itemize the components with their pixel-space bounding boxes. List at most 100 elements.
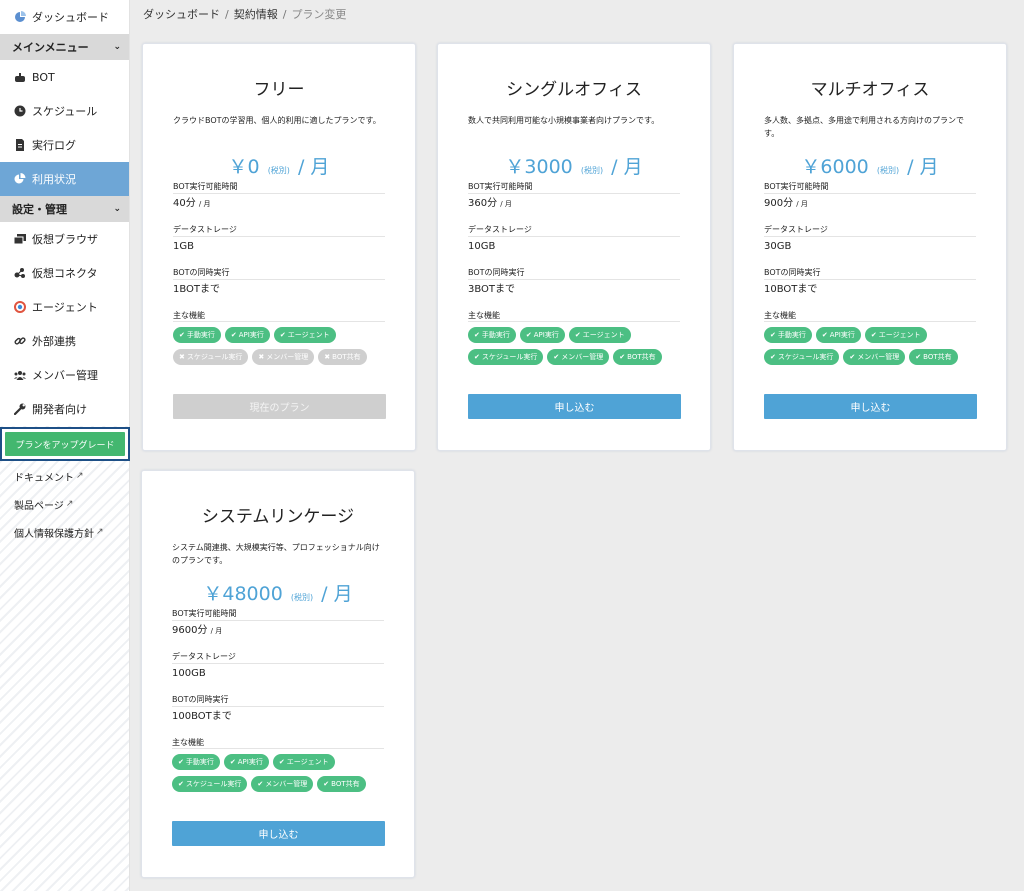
sidebar-item-virtual-browser[interactable]: 仮想ブラウザ	[0, 222, 129, 256]
feature-tag-label: 手動実行	[185, 758, 214, 766]
documentation-link[interactable]: ドキュメント ↗	[0, 462, 130, 490]
plan-card: マルチオフィス 多人数、多拠点、多用途で利用される方向けのプランです。 ￥600…	[733, 43, 1007, 451]
check-icon: ✔	[257, 780, 264, 788]
plan-apply-button[interactable]: 申し込む	[468, 394, 681, 419]
feature-tag: ✔ メンバー管理	[251, 776, 314, 792]
sidebar-item-label: エージェント	[32, 301, 98, 314]
sidebar-item-virtual-connector[interactable]: 仮想コネクタ	[0, 256, 129, 290]
check-icon: ✔	[770, 331, 776, 339]
feature-tags: ✔ 手動実行 ✔ API実行 ✔ エージェント ✖ スケジュール実行 ✖ メンバー管理 ✖ BOT共有	[173, 327, 385, 367]
sidebar-item-usage[interactable]: 利用状況	[0, 162, 129, 196]
spec-value: 100GB	[172, 668, 206, 679]
price-per-month: / 月	[297, 156, 330, 178]
feature-tag-label: スケジュール実行	[777, 353, 834, 361]
plan-description: クラウドBOTの学習用、個人的利用に適したプランです。	[173, 116, 381, 125]
sidebar-item-members[interactable]: メンバー管理	[0, 358, 129, 392]
connector-icon	[14, 268, 25, 278]
price-per-month: / 月	[907, 156, 939, 178]
pie-chart-icon	[14, 173, 26, 184]
breadcrumb-separator: /	[282, 8, 287, 21]
feature-tag-label: BOT共有	[923, 353, 952, 361]
breadcrumb: ダッシュボード / 契約情報 / プラン変更	[143, 6, 346, 22]
feature-tag: ✔ エージェント	[568, 327, 631, 343]
sidebar-item-dashboard[interactable]: ダッシュボード	[0, 0, 129, 34]
spec-value: 3BOTまで	[468, 284, 516, 295]
feature-tag: ✔ エージェント	[273, 327, 336, 343]
plan-apply-button[interactable]: 申し込む	[172, 821, 385, 846]
spec-storage: データストレージ 30GB	[764, 223, 976, 266]
plan-price: ￥0 (税別) / 月	[173, 152, 385, 180]
sidebar-item-agent[interactable]: エージェント	[0, 290, 129, 324]
link-label: 個人情報保護方針	[14, 528, 94, 540]
feature-tag: ✔ スケジュール実行	[468, 349, 544, 365]
spec-label: データストレージ	[468, 223, 680, 237]
feature-tag-label: 手動実行	[777, 331, 806, 339]
plan-card: シングルオフィス 数人で共同利用可能な小規模事業者向けプランです。 ￥3000 …	[437, 43, 711, 451]
features-label: 主な機能	[173, 309, 385, 322]
spec-concurrent: BOTの同時実行 100BOTまで	[172, 693, 384, 736]
feature-tag: ✔ API実行	[223, 754, 269, 770]
check-icon: ✔	[770, 353, 776, 361]
sidebar-item-label: 開発者向け	[32, 403, 87, 416]
feature-tag-label: メンバー管理	[265, 780, 308, 788]
sidebar-item-label: 利用状況	[32, 173, 76, 186]
feature-tags: ✔ 手動実行 ✔ API実行 ✔ エージェント ✔ スケジュール実行 ✔ メンバー管理 ✔ BOT共有	[468, 327, 680, 367]
feature-tag: ✔ スケジュール実行	[764, 349, 840, 365]
spec-concurrent: BOTの同時実行 1BOTまで	[173, 266, 385, 309]
check-icon: ✔	[849, 353, 856, 361]
cross-icon: ✖	[258, 353, 265, 361]
feature-tags: ✔ 手動実行 ✔ API実行 ✔ エージェント ✔ スケジュール実行 ✔ メンバー管理 ✔ BOT共有	[764, 327, 976, 367]
feature-tag: ✔ スケジュール実行	[172, 776, 248, 792]
privacy-policy-link[interactable]: 個人情報保護方針 ↗	[0, 518, 130, 546]
sidebar-section-label: 設定・管理	[12, 203, 67, 216]
spec-value: 30GB	[764, 241, 792, 252]
feature-tag-label: エージェント	[878, 331, 921, 339]
check-icon: ✔	[525, 331, 532, 339]
sidebar-item-integration[interactable]: 外部連携	[0, 324, 129, 358]
external-link-icon: ↗	[76, 471, 84, 481]
check-icon: ✔	[178, 780, 184, 788]
sidebar: ダッシュボード メインメニュー ⌄ BOT スケジュール 実行ログ 利用状況 設…	[0, 0, 130, 891]
spec-concurrent: BOTの同時実行 10BOTまで	[764, 266, 976, 309]
feature-tag: ✖ BOT共有	[318, 349, 367, 365]
link-label: ドキュメント	[14, 472, 74, 484]
spec-exec-time: BOT実行可能時間 40分 / 月	[173, 180, 385, 223]
feature-tag-label: API実行	[829, 331, 855, 339]
breadcrumb-separator: /	[225, 8, 229, 21]
sidebar-item-label: 仮想コネクタ	[32, 267, 98, 280]
product-page-link[interactable]: 製品ページ ↗	[0, 490, 130, 518]
plan-description: 数人で共同利用可能な小規模事業者向けプランです。	[468, 116, 660, 125]
spec-storage: データストレージ 10GB	[468, 223, 680, 266]
spec-exec-time: BOT実行可能時間 360分 / 月	[468, 180, 680, 223]
cross-icon: ✖	[324, 353, 331, 361]
sidebar-section-settings[interactable]: 設定・管理 ⌄	[0, 196, 129, 222]
upgrade-plan-button[interactable]: プランをアップグレード	[5, 432, 125, 456]
plan-card: システムリンケージ システム間連携、大規模実行等、プロフェッショナル向けのプラン…	[141, 470, 415, 878]
feature-tag-label: メンバー管理	[857, 353, 900, 361]
breadcrumb-dashboard[interactable]: ダッシュボード	[143, 8, 220, 21]
plan-apply-button[interactable]: 申し込む	[764, 394, 977, 419]
feature-tag: ✔ 手動実行	[764, 327, 812, 343]
price-amount: ￥0	[228, 156, 260, 178]
sidebar-item-bot[interactable]: BOT	[0, 60, 129, 94]
spec-label: BOT実行可能時間	[173, 180, 385, 194]
file-icon	[16, 139, 24, 151]
sidebar-links: ドキュメント ↗ 製品ページ ↗ 個人情報保護方針 ↗	[0, 462, 130, 546]
sidebar-item-log[interactable]: 実行ログ	[0, 128, 129, 162]
feature-tag-label: エージェント	[287, 331, 330, 339]
spec-value: 1BOTまで	[173, 284, 221, 295]
sidebar-section-main-menu[interactable]: メインメニュー ⌄	[0, 34, 129, 60]
feature-tag-label: メンバー管理	[266, 353, 309, 361]
window-icon	[14, 234, 26, 245]
feature-tag: ✔ BOT共有	[613, 349, 662, 365]
external-link-icon: ↗	[96, 527, 104, 537]
spec-concurrent: BOTの同時実行 3BOTまで	[468, 266, 680, 309]
sidebar-item-schedule[interactable]: スケジュール	[0, 94, 129, 128]
check-icon: ✔	[279, 331, 286, 339]
feature-tag: ✔ API実行	[224, 327, 270, 343]
check-icon: ✔	[915, 353, 922, 361]
sidebar-item-developer[interactable]: 開発者向け	[0, 392, 129, 426]
breadcrumb-contract[interactable]: 契約情報	[234, 8, 278, 21]
feature-tag-label: BOT共有	[627, 353, 656, 361]
plan-price: ￥3000 (税別) / 月	[468, 152, 680, 180]
